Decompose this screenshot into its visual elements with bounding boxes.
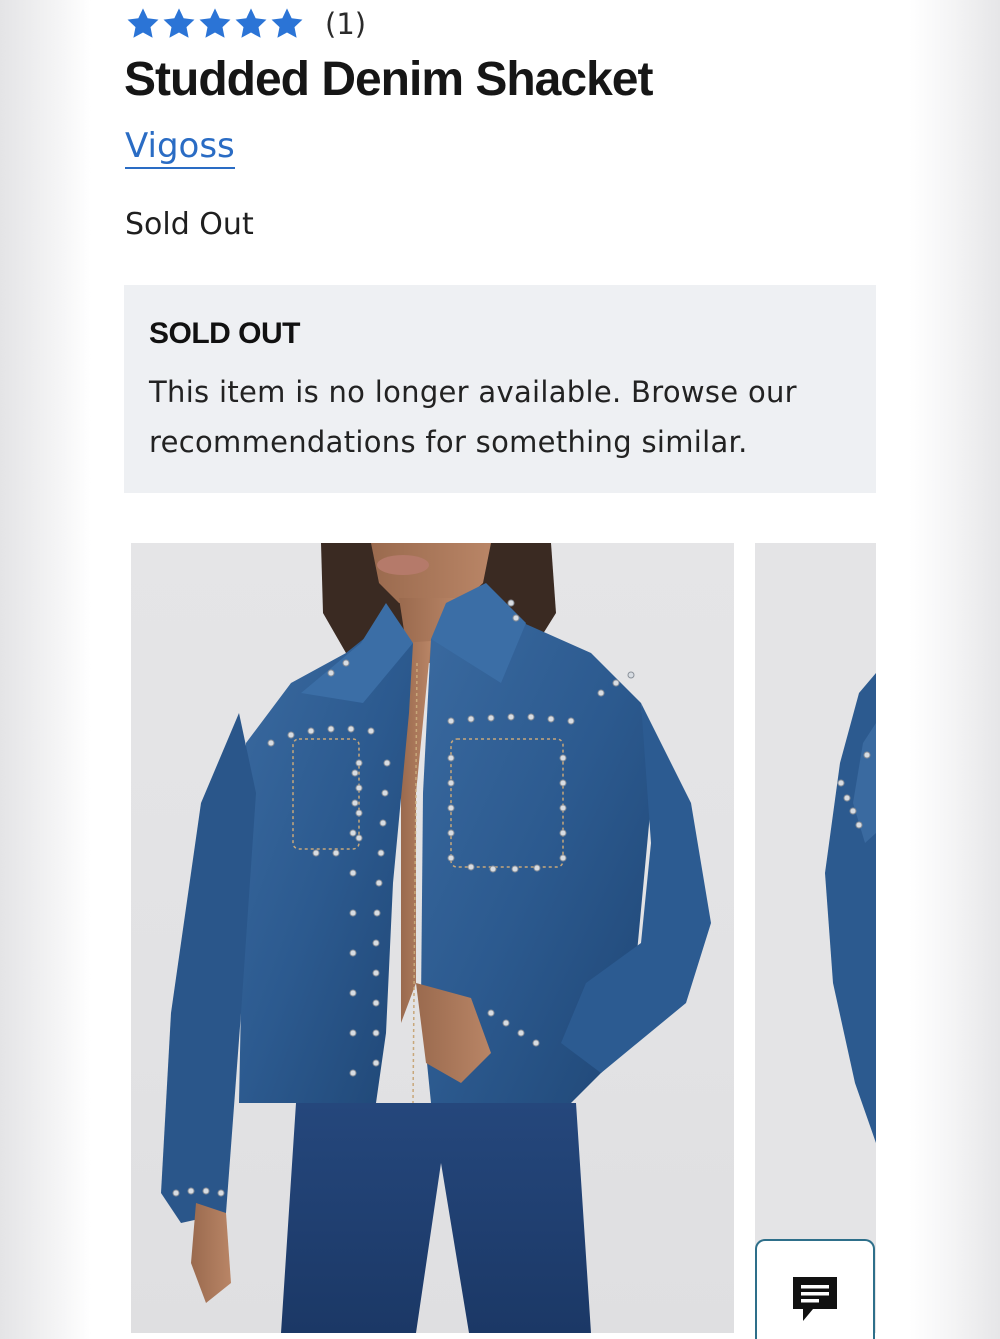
chat-button[interactable]	[755, 1239, 875, 1339]
star-icon	[199, 8, 231, 38]
star-icon	[271, 8, 303, 38]
sold-out-notice: SOLD OUT This item is no longer availabl…	[124, 285, 876, 493]
notice-body: This item is no longer available. Browse…	[149, 375, 797, 459]
notice-title: SOLD OUT	[149, 317, 301, 350]
product-image-gallery[interactable]	[124, 537, 876, 1333]
brand-link[interactable]: Vigoss	[125, 127, 235, 169]
chat-bubble-icon	[793, 1277, 837, 1321]
jacket-illustration	[161, 543, 711, 1333]
product-photo-model-front[interactable]	[131, 543, 734, 1333]
product-photo-model-side[interactable]	[755, 543, 876, 1333]
star-icon	[235, 8, 267, 38]
price-status: Sold Out	[125, 207, 254, 242]
product-title: Studded Denim Shacket	[124, 53, 653, 106]
star-icon	[127, 8, 159, 38]
star-icon	[163, 8, 195, 38]
jacket-side-illustration	[825, 673, 876, 1143]
star-rating[interactable]: (1)	[125, 6, 366, 42]
review-count[interactable]: (1)	[325, 6, 366, 42]
